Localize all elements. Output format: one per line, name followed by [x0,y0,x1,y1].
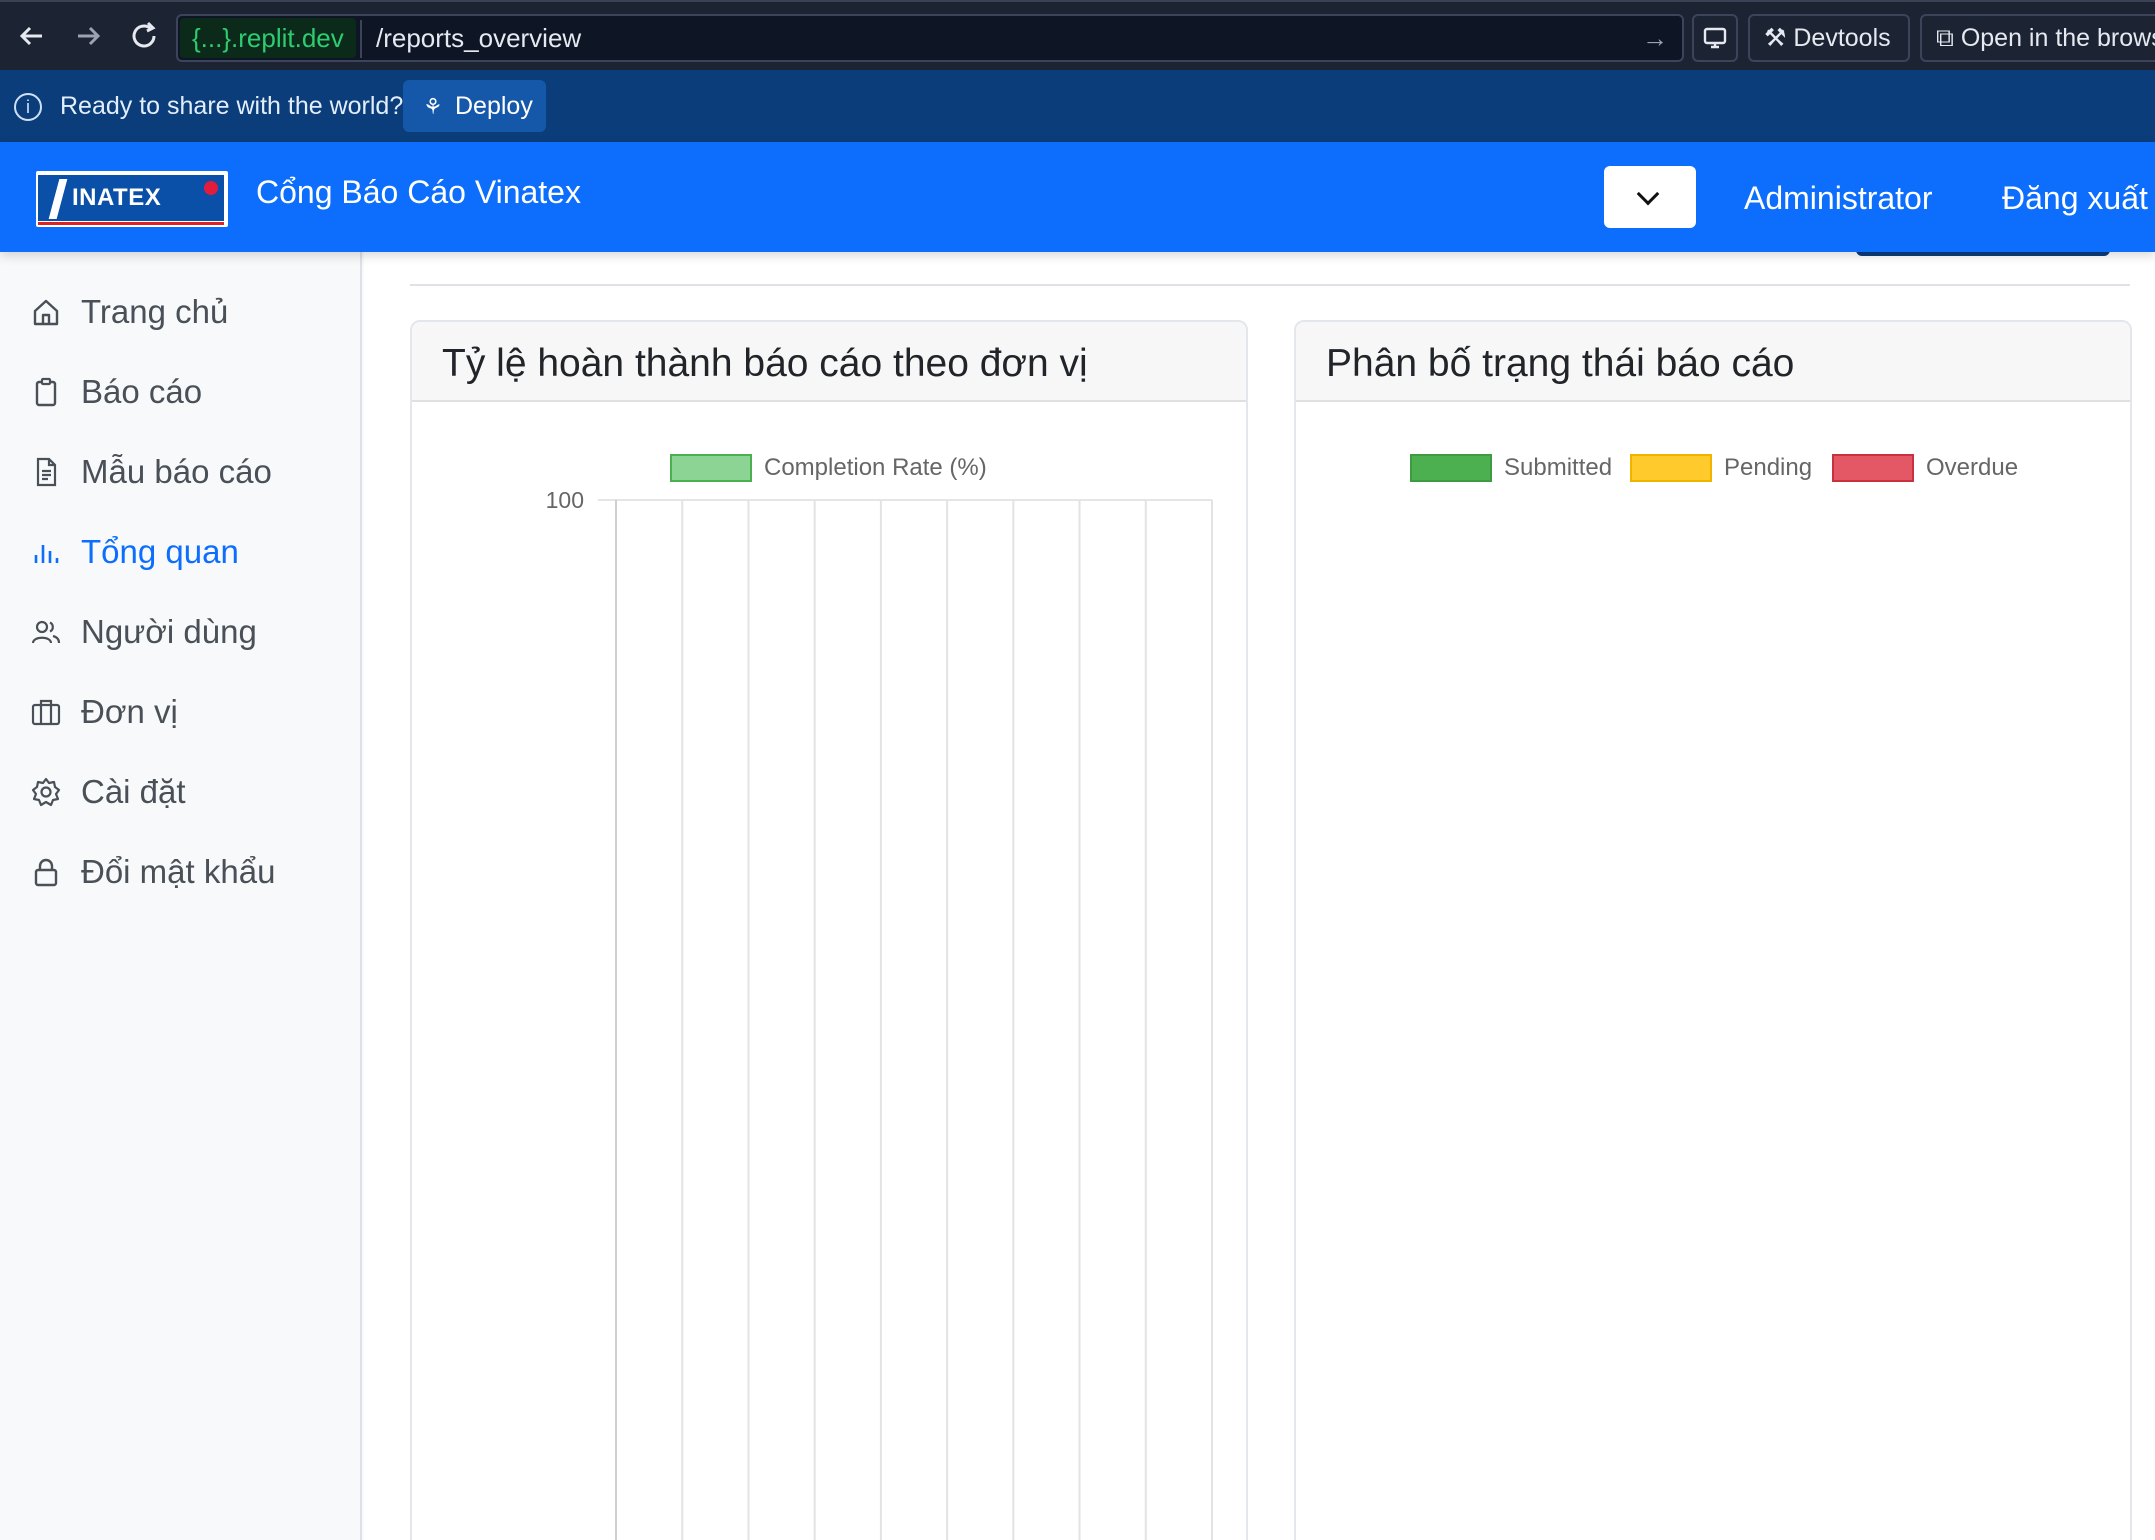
deploy-icon: ⚘ [423,94,443,119]
address-bar[interactable]: {...}.replit.dev /reports_overview → [176,14,1684,62]
logo-dot [204,181,218,195]
chevron-down-icon [1636,182,1660,206]
logo-slash [48,179,68,219]
open-in-browser-label: Open in the brows [1960,24,2155,52]
legend-label-submitted[interactable]: Submitted [1504,454,1612,482]
deploy-banner: i Ready to share with the world? ⚘ Deploy [0,70,2155,142]
monitor-icon [1703,27,1727,49]
url-domain: {...}.replit.dev [180,18,356,58]
status-distribution-card: Phân bố trạng thái báo cáo Submitted Pen… [1294,320,2132,1540]
sidebar-item-settings[interactable]: Cài đặt [30,762,350,822]
user-name[interactable]: Administrator [1744,142,1933,254]
logo-background: INATEX [38,175,224,221]
header-divider [410,284,2130,286]
sidebar-item-label: Đổi mật khẩu [81,853,276,890]
sidebar-item-label: Mẫu báo cáo [81,453,272,490]
legend-swatch-submitted[interactable] [1410,454,1492,482]
devtools-label: Devtools [1793,24,1891,52]
sidebar-item-change-password[interactable]: Đổi mật khẩu [30,842,350,902]
logout-link[interactable]: Đăng xuất [2002,142,2148,254]
home-icon [33,299,59,326]
browser-toolbar: {...}.replit.dev /reports_overview → ⚒ D… [0,0,2155,70]
card-title: Phân bố trạng thái báo cáo [1326,342,1795,385]
reload-button[interactable] [124,16,164,56]
sidebar-item-label: Trang chủ [81,293,229,330]
sidebar-item-label: Tổng quan [81,533,239,570]
completion-bar-chart [598,499,1213,1540]
bar-chart-icon [34,545,59,563]
back-button[interactable] [12,16,52,56]
lock-icon [34,858,58,887]
info-icon: i [14,93,42,121]
deploy-button[interactable]: ⚘ Deploy [403,80,546,132]
legend-label-pending[interactable]: Pending [1724,454,1812,482]
external-link-icon: ⧉ [1936,24,1954,52]
app-title[interactable]: Cổng Báo Cáo Vinatex [256,142,581,242]
legend-swatch-pending[interactable] [1630,454,1712,482]
sidebar-item-reports[interactable]: Báo cáo [30,362,350,422]
devtools-button[interactable]: ⚒ Devtools [1748,14,1910,62]
sidebar-item-home[interactable]: Trang chủ [30,282,350,342]
arrow-left-icon [19,26,42,46]
document-icon [36,457,57,487]
deploy-label: Deploy [455,92,533,120]
sidebar-item-users[interactable]: Người dùng [30,602,350,662]
sidebar-item-units[interactable]: Đơn vị [30,682,350,742]
app-header: INATEX Cổng Báo Cáo Vinatex Administrato… [0,142,2155,252]
sidebar-item-templates[interactable]: Mẫu báo cáo [30,442,350,502]
sidebar: Trang chủ Báo cáo Mẫu báo cáo Tổng quan … [0,252,362,1540]
card-header: Phân bố trạng thái báo cáo [1296,322,2130,402]
logo-text: INATEX [72,184,162,211]
deploy-message: Ready to share with the world? [60,92,404,120]
gear-icon [31,777,61,807]
clipboard-icon [35,377,57,407]
building-icon [31,699,61,726]
url-path: /reports_overview [376,23,582,53]
legend-label-overdue[interactable]: Overdue [1926,454,2018,482]
legend-swatch-overdue[interactable] [1832,454,1914,482]
wrench-icon: ⚒ [1764,24,1787,52]
reload-icon [132,21,156,48]
users-icon [31,620,61,644]
vinatex-logo[interactable]: INATEX [36,171,228,227]
forward-button[interactable] [68,16,108,56]
arrow-right-icon [78,26,101,46]
sidebar-item-label: Cài đặt [81,773,186,810]
url-separator [360,20,362,58]
sidebar-item-label: Người dùng [81,613,257,650]
logo-underline [38,222,224,225]
main-content: Tỷ lệ hoàn thành báo cáo theo đơn vị Com… [364,252,2155,1540]
devices-button[interactable] [1692,14,1738,62]
completion-rate-card: Tỷ lệ hoàn thành báo cáo theo đơn vị Com… [410,320,1248,1540]
go-arrow-icon[interactable]: → [1642,16,1668,60]
sidebar-item-overview[interactable]: Tổng quan [30,522,350,582]
sidebar-item-label: Báo cáo [81,373,203,410]
sidebar-item-label: Đơn vị [81,693,178,730]
open-in-browser-button[interactable]: ⧉ Open in the brows [1920,14,2155,62]
notifications-dropdown-button[interactable] [1604,166,1696,228]
